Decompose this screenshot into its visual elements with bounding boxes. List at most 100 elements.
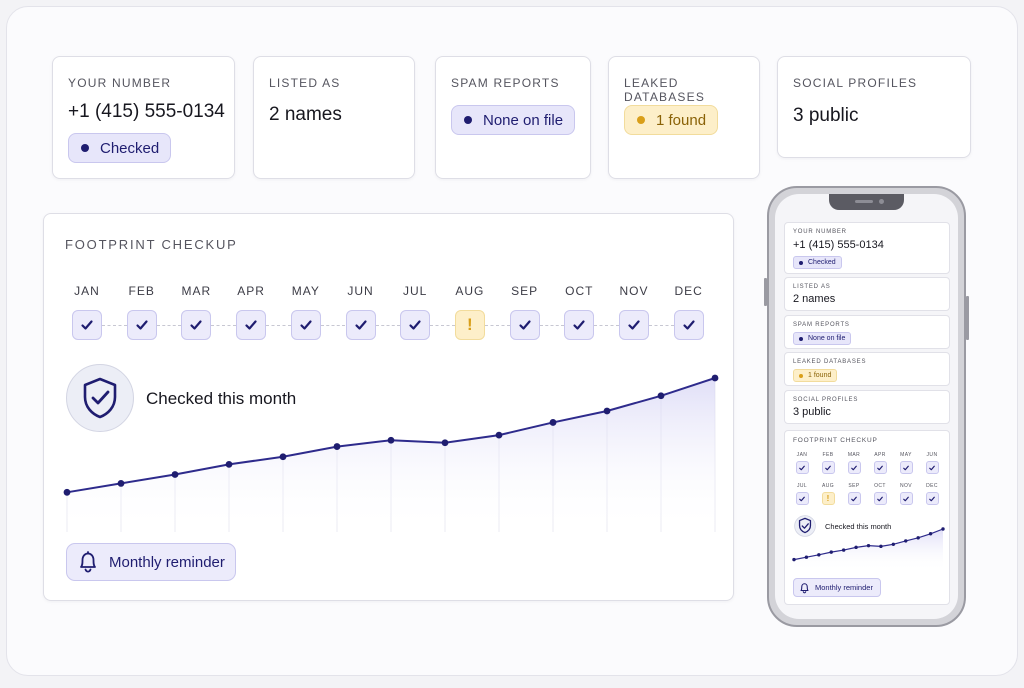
month-check-badge[interactable]	[619, 310, 649, 340]
mobile-month-label: AUG	[821, 483, 835, 489]
chart-data-point	[841, 548, 846, 552]
mobile-month-warning-badge[interactable]: !	[821, 492, 835, 505]
warning-icon: !	[467, 315, 473, 334]
chart-data-point	[63, 488, 71, 496]
mobile-month-label: APR	[874, 452, 886, 458]
chart-data-point	[916, 536, 920, 540]
mobile-checked-status-text: Checked this month	[825, 522, 892, 531]
month-label: OCT	[565, 284, 594, 298]
chart-data-point	[657, 392, 665, 400]
month-check-badge[interactable]	[673, 310, 704, 340]
check-icon	[929, 465, 935, 470]
month-label: SEP	[511, 284, 539, 298]
mobile-footprint-panel: FOOTPRINT CHECKUP JAN FEB MAR APR MAY JUN JUL A…	[784, 430, 950, 605]
mobile-month-label: MAY	[900, 452, 912, 458]
month-check-badge[interactable]	[345, 310, 376, 340]
month-warning-badge[interactable]: !	[454, 310, 485, 340]
mobile-month-check-badge[interactable]	[925, 492, 939, 505]
mobile-checked-badge: Checked	[793, 256, 842, 269]
mobile-social-profiles-value: 3 public	[793, 406, 831, 418]
stat-card-leaked-databases: LEAKED DATABASES 1 found	[608, 56, 760, 179]
spam-reports-badge: None on file	[451, 105, 576, 135]
mobile-monthly-reminder-button[interactable]: Monthly reminder	[793, 578, 881, 597]
check-icon	[300, 320, 312, 330]
check-icon	[903, 465, 909, 470]
mobile-month-check-badge[interactable]	[821, 461, 835, 474]
status-dot-icon	[799, 373, 803, 378]
stat-label: LISTED AS	[269, 76, 341, 90]
month-check-badge[interactable]	[72, 310, 102, 340]
month-check-badge[interactable]	[181, 310, 212, 340]
leaked-databases-badge-label: 1 found	[656, 111, 707, 129]
mobile-month-check-badge[interactable]	[847, 461, 861, 474]
mobile-checked-badge-label: Checked	[808, 259, 836, 266]
mobile-shield-check-icon	[794, 515, 816, 537]
mobile-month-check-badge[interactable]	[899, 492, 913, 505]
monthly-reminder-button[interactable]: Monthly reminder	[66, 543, 236, 581]
check-icon	[136, 320, 148, 330]
mobile-month-check-badge[interactable]	[795, 492, 809, 505]
month-connector	[539, 325, 565, 326]
chart-data-point	[792, 557, 796, 562]
mobile-monthly-reminder-label: Monthly reminder	[815, 583, 873, 592]
phone-notch	[829, 194, 904, 210]
chart-data-point	[387, 436, 395, 444]
checked-status-text: Checked this month	[146, 389, 297, 408]
chart-data-point	[495, 431, 503, 439]
month-label: AUG	[455, 284, 485, 298]
check-icon	[245, 320, 257, 330]
check-icon	[825, 465, 831, 470]
mobile-month-check-badge[interactable]	[925, 461, 939, 474]
month-check-badge[interactable]	[236, 310, 267, 340]
month-check-badge[interactable]	[290, 310, 321, 340]
mobile-month-label: DEC	[926, 483, 938, 489]
month-connector	[430, 325, 455, 326]
check-icon	[518, 320, 531, 330]
stat-label: YOUR NUMBER	[68, 76, 172, 90]
chart-data-point	[549, 419, 557, 426]
mobile-stat-label: YOUR NUMBER	[793, 229, 847, 235]
mobile-stat-social-profiles: SOCIAL PROFILES 3 public	[784, 390, 950, 424]
check-icon	[628, 320, 640, 330]
bell-icon	[80, 551, 96, 573]
chart-data-point	[711, 374, 719, 382]
mobile-month-check-badge[interactable]	[847, 492, 861, 505]
footprint-checkup-panel: FOOTPRINT CHECKUP JAN FEB MAR APR MAY JUN JUL A…	[43, 213, 734, 601]
mobile-month-check-badge[interactable]	[795, 461, 809, 474]
month-check-badge[interactable]	[400, 310, 431, 340]
chart-data-point	[279, 453, 287, 461]
mobile-stat-your-number: YOUR NUMBER +1 (415) 555-0134 Checked	[784, 222, 950, 274]
chart-data-point	[904, 539, 908, 543]
month-check-badge[interactable]	[564, 310, 595, 340]
stat-card-your-number: YOUR NUMBER +1 (415) 555-0134 Checked	[52, 56, 235, 179]
month-label: FEB	[128, 284, 155, 298]
status-dot-icon	[464, 116, 472, 124]
phone-screen: YOUR NUMBER +1 (415) 555-0134 Checked LI…	[775, 194, 958, 619]
mobile-stat-label: SPAM REPORTS	[793, 322, 850, 328]
month-check-badge[interactable]	[126, 310, 157, 340]
mobile-month-check-badge[interactable]	[873, 461, 887, 474]
mobile-phone-number-value: +1 (415) 555-0134	[793, 239, 884, 251]
phone-number-value: +1 (415) 555-0134	[68, 101, 225, 122]
warning-icon: !	[826, 494, 830, 503]
chart-data-point	[225, 460, 233, 468]
month-connector	[266, 325, 291, 326]
check-icon	[409, 320, 421, 330]
month-connector	[484, 325, 510, 326]
chart-data-point	[866, 543, 871, 548]
chart-data-point	[804, 555, 809, 559]
mobile-month-check-badge[interactable]	[899, 461, 913, 474]
chart-data-point	[891, 542, 896, 546]
check-icon	[851, 496, 857, 501]
mobile-leaked-databases-badge: 1 found	[793, 369, 838, 382]
chart-data-point	[928, 532, 933, 536]
stat-card-social-profiles: SOCIAL PROFILES 3 public	[777, 56, 971, 158]
check-icon	[799, 465, 805, 470]
month-check-badge[interactable]	[509, 310, 540, 340]
mobile-month-check-badge[interactable]	[873, 492, 887, 505]
status-dot-icon	[799, 260, 803, 265]
month-connector	[211, 325, 237, 326]
listed-as-value: 2 names	[269, 104, 342, 125]
month-connector	[649, 325, 674, 326]
mobile-leaked-databases-badge-label: 1 found	[808, 372, 832, 379]
